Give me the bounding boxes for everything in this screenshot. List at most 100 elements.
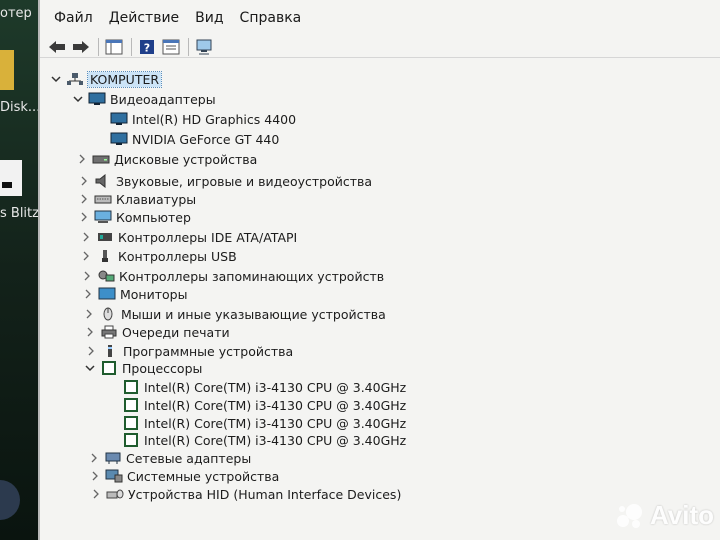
tree-category-label: Контроллеры USB [118,248,237,264]
help-icon: ? [140,39,154,54]
chevron-right-icon[interactable] [76,153,88,165]
computer-icon [94,210,112,224]
storage-controller-icon [97,269,115,283]
tree-category[interactable]: Устройства HID (Human Interface Devices) [90,485,401,503]
chevron-right-icon[interactable] [80,250,92,262]
menu-action[interactable]: Действие [103,10,185,26]
chevron-right-icon[interactable] [83,308,95,320]
tree-category[interactable]: Мыши и иные указывающие устройства [83,305,386,323]
tree-category[interactable]: Контроллеры запоминающих устройств [81,267,384,285]
menu-file[interactable]: Файл [48,10,99,26]
chevron-right-icon[interactable] [78,211,90,223]
monitor-icon [98,287,116,301]
tree-category-label: Дисковые устройства [114,151,258,167]
printer-icon [100,325,118,339]
tree-root[interactable]: KOMPUTER [50,70,163,88]
arrow-left-icon [49,40,65,53]
tree-category-label: Системные устройства [127,468,280,484]
processor-icon [122,380,140,394]
menu-view[interactable]: Вид [189,10,229,26]
tree-category[interactable]: Системные устройства [89,467,279,485]
tree-category[interactable]: Видеоадаптеры [72,90,216,108]
system-device-icon [105,469,123,483]
tree-category[interactable]: Компьютер [78,208,191,226]
chevron-right-icon[interactable] [78,193,90,205]
chevron-right-icon[interactable] [78,175,90,187]
desktop-folder-icon[interactable] [0,50,14,90]
tree-device-label: Intel(R) Core(TM) i3-4130 CPU @ 3.40GHz [144,379,407,395]
tree-device-label: Intel(R) Core(TM) i3-4130 CPU @ 3.40GHz [144,397,407,413]
menu-bar: Файл Действие Вид Справка [40,0,720,36]
tree-category-label: Сетевые адаптеры [126,450,252,466]
tree-category[interactable]: Программные устройства [85,342,293,360]
display-adapter-icon [110,132,128,146]
toolbar-separator [98,37,99,56]
tree-category-label: Устройства HID (Human Interface Devices) [128,486,402,502]
mouse-icon [99,307,117,321]
hid-device-icon [106,487,124,501]
tree-category[interactable]: Дисковые устройства [76,150,257,168]
arrow-right-icon [73,40,89,53]
tree-category[interactable]: Процессоры [84,359,202,377]
tree-category[interactable]: Контроллеры IDE ATA/ATAPI [80,228,297,246]
back-button[interactable] [46,37,68,57]
properties-button[interactable] [160,37,182,57]
tree-category[interactable]: Сетевые адаптеры [88,449,251,467]
tree-category[interactable]: Клавиатуры [78,190,196,208]
network-adapter-icon [104,451,122,465]
desktop-app-icon[interactable] [0,480,20,520]
avito-watermark: Avito [616,500,714,531]
tree-device[interactable]: Intel(R) Core(TM) i3-4130 CPU @ 3.40GHz [122,396,406,414]
processor-icon [122,433,140,447]
desktop-icon-label[interactable]: s Blitz [0,206,39,221]
tree-category-label: Мониторы [120,286,188,302]
desktop-icon-label[interactable]: отер [0,6,32,21]
menu-help[interactable]: Справка [234,10,308,26]
tree-device-label: NVIDIA GeForce GT 440 [132,131,280,147]
tree-category-label: Очереди печати [122,324,230,340]
tree-device[interactable]: Intel(R) HD Graphics 4400 [110,110,296,128]
tree-device[interactable]: Intel(R) Core(TM) i3-4130 CPU @ 3.40GHz [122,414,406,432]
chevron-down-icon[interactable] [84,362,96,374]
tree-category-label: Контроллеры запоминающих устройств [119,268,385,284]
tree-category[interactable]: Звуковые, игровые и видеоустройства [78,172,372,190]
tree-category-label: Звуковые, игровые и видеоустройства [116,173,373,189]
tree-root-label: KOMPUTER [86,70,163,88]
chevron-right-icon[interactable] [82,288,94,300]
show-hide-console-tree-button[interactable] [103,37,125,57]
desktop-app-icon[interactable] [0,160,22,196]
chevron-down-icon[interactable] [72,93,84,105]
chevron-right-icon[interactable] [80,231,92,243]
desktop-icon-label[interactable]: Disk... [0,100,40,115]
forward-button[interactable] [70,37,92,57]
help-button[interactable]: ? [136,37,158,57]
tree-category[interactable]: Очереди печати [84,323,230,341]
tree-category[interactable]: Мониторы [82,285,187,303]
toolbar-separator [188,37,189,56]
processor-icon [100,361,118,375]
chevron-right-icon[interactable] [90,488,102,500]
usb-icon [96,249,114,263]
chevron-right-icon[interactable] [88,452,100,464]
tree-category-label: Клавиатуры [116,191,197,207]
properties-icon [162,39,180,54]
chevron-right-icon[interactable] [81,270,93,282]
svg-text:?: ? [144,41,150,54]
tree-device[interactable]: Intel(R) Core(TM) i3-4130 CPU @ 3.40GHz [122,378,406,396]
avito-logo-icon [617,503,642,528]
tree-category[interactable]: Контроллеры USB [80,247,237,265]
tree-device[interactable]: NVIDIA GeForce GT 440 [110,130,279,148]
chevron-right-icon[interactable] [89,470,101,482]
chevron-right-icon[interactable] [84,326,96,338]
avito-watermark-text: Avito [650,500,715,530]
console-tree-icon [105,39,123,54]
chevron-down-icon[interactable] [50,73,62,85]
chevron-right-icon[interactable] [85,345,97,357]
processor-icon [122,416,140,430]
tree-device[interactable]: Intel(R) Core(TM) i3-4130 CPU @ 3.40GHz [122,431,406,449]
device-tree: KOMPUTER Видеоадаптеры Intel(R) HD Graph… [40,62,720,532]
scan-hardware-button[interactable] [193,37,215,57]
processor-icon [122,398,140,412]
tree-category-label: Мыши и иные указывающие устройства [121,306,386,322]
disk-drive-icon [92,152,110,166]
